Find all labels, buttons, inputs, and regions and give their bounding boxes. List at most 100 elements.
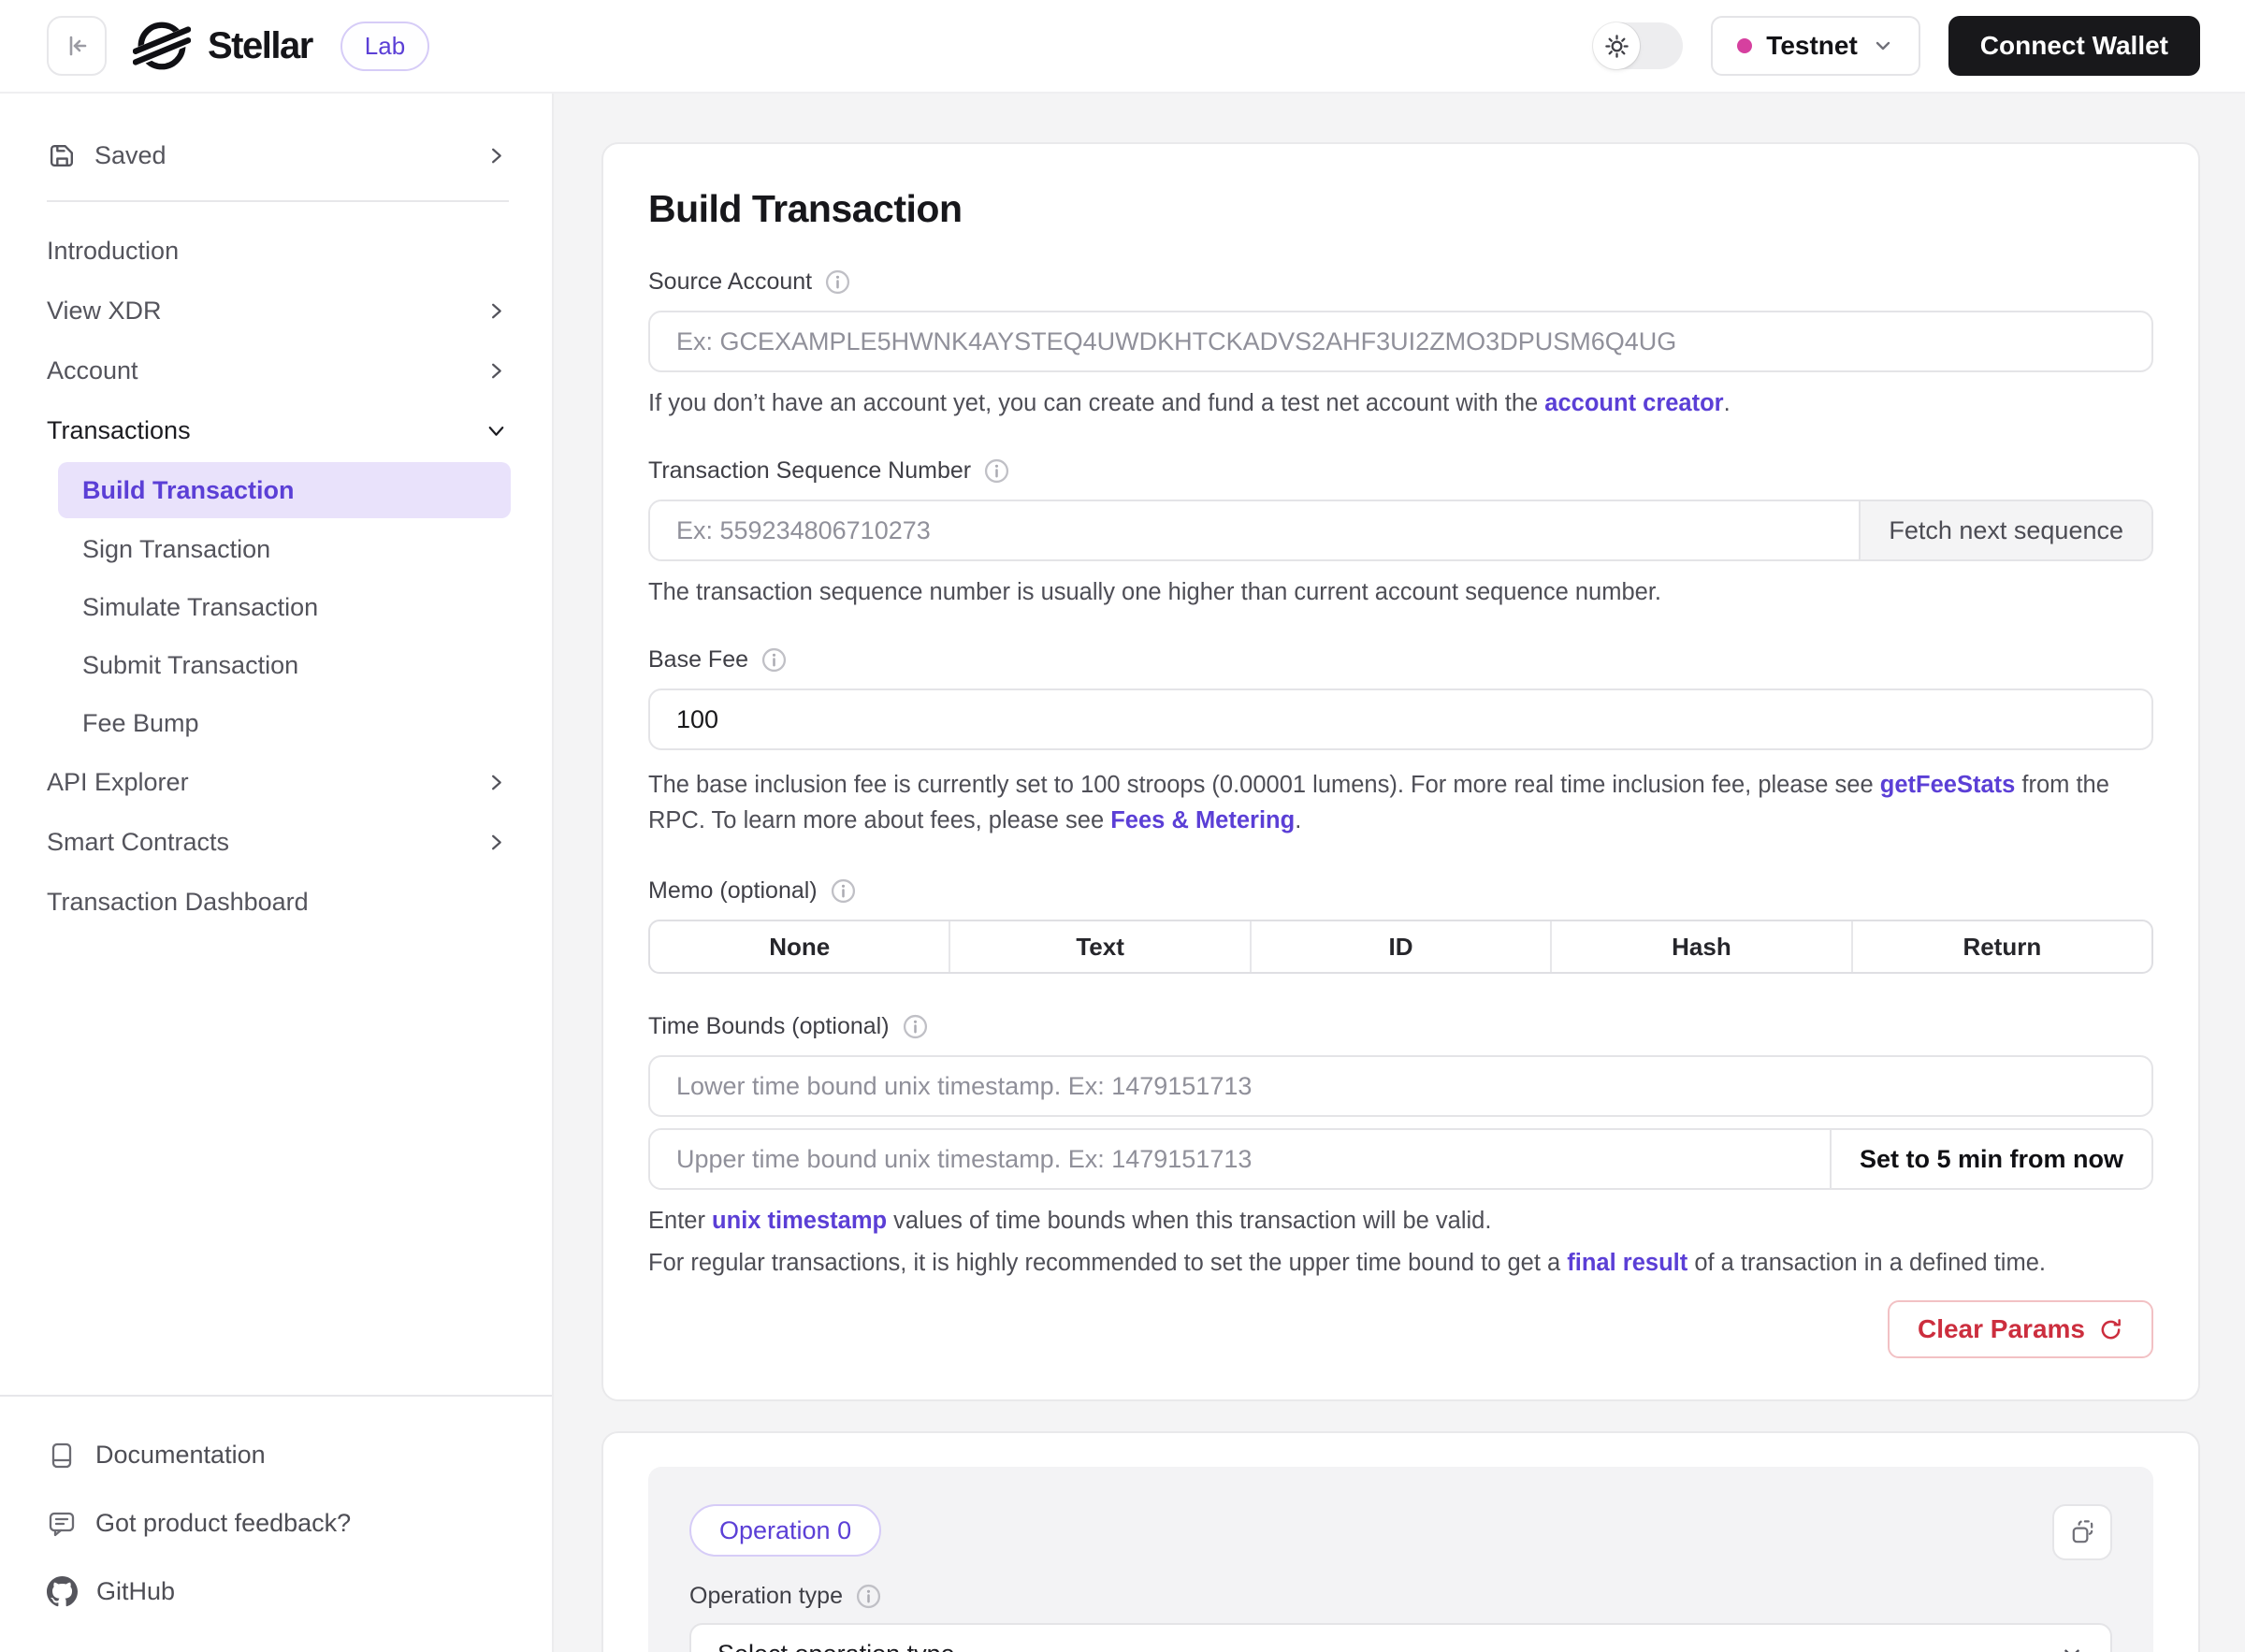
sidebar-item-label: Smart Contracts [47,828,229,857]
chevron-down-icon [2060,1642,2084,1652]
operations-card: Operation 0 Operation type [601,1431,2200,1652]
sidebar-divider [47,200,509,202]
sidebar-item-view-xdr[interactable]: View XDR [47,281,509,341]
sidebar-item-label: Sign Transaction [82,535,270,564]
sidebar-item-account[interactable]: Account [47,341,509,400]
theme-toggle[interactable] [1593,22,1683,69]
time-bounds-helper-1: Enter unix timestamp values of time boun… [648,1207,2153,1236]
memo-tab-id[interactable]: ID [1250,921,1550,972]
base-fee-label: Base Fee [648,646,748,674]
operation-type-label: Operation type [689,1583,843,1610]
chevron-right-icon [484,830,509,855]
header-actions: Testnet Connect Wallet [1593,16,2200,76]
duplicate-operation-button[interactable] [2052,1504,2112,1560]
sidebar-item-label: Transaction Dashboard [47,888,309,917]
memo-type-tabs: None Text ID Hash Return [648,920,2153,974]
sequence-number-input[interactable] [650,501,1859,559]
sidebar-item-api-explorer[interactable]: API Explorer [47,752,509,812]
github-icon [47,1576,78,1607]
copy-icon [2068,1518,2097,1547]
time-bounds-label: Time Bounds (optional) [648,1013,890,1040]
set-5-min-button[interactable]: Set to 5 min from now [1830,1130,2151,1188]
refresh-icon [2098,1317,2123,1342]
theme-toggle-knob [1593,22,1640,69]
clear-params-button[interactable]: Clear Params [1888,1300,2153,1358]
lower-time-bound-input[interactable] [648,1055,2153,1117]
brand-wordmark: Stellar [208,25,312,67]
sidebar-item-introduction[interactable]: Introduction [47,221,509,281]
operation-badge[interactable]: Operation 0 [689,1504,881,1557]
feedback-icon [47,1509,77,1539]
save-icon [47,140,78,171]
sidebar-item-label: Submit Transaction [82,651,298,680]
getfeestats-link[interactable]: getFeeStats [1880,772,2016,798]
source-account-label: Source Account [648,268,812,296]
upper-time-bound-input[interactable] [650,1130,1830,1188]
info-icon[interactable] [825,269,850,295]
info-icon[interactable] [903,1014,928,1039]
app-header: Stellar Lab Testnet Connect Wallet [0,0,2245,94]
connect-wallet-button[interactable]: Connect Wallet [1948,16,2200,76]
sequence-number-helper: The transaction sequence number is usual… [648,578,2153,607]
build-transaction-card: Build Transaction Source Account If you … [601,142,2200,1401]
operation-type-select[interactable]: Select operation type [689,1623,2112,1652]
base-fee-helper: The base inclusion fee is currently set … [648,767,2153,838]
operation-panel: Operation 0 Operation type [648,1467,2153,1652]
sidebar-item-sign-transaction[interactable]: Sign Transaction [47,520,509,578]
lab-badge: Lab [340,22,429,71]
chevron-right-icon [484,298,509,324]
sidebar-item-label: Introduction [47,237,179,266]
sidebar: Saved Introduction View XDR Account Tran… [0,94,554,1652]
sidebar-item-documentation[interactable]: Documentation [47,1421,505,1489]
collapse-left-icon [62,31,92,61]
sidebar-item-label: Fee Bump [82,709,199,738]
sidebar-item-label: Build Transaction [82,476,295,505]
unix-timestamp-link[interactable]: unix timestamp [712,1208,887,1234]
sidebar-item-smart-contracts[interactable]: Smart Contracts [47,812,509,872]
info-icon[interactable] [856,1584,881,1609]
sidebar-item-label: Account [47,356,138,385]
sidebar-item-build-transaction[interactable]: Build Transaction [58,462,511,518]
memo-tab-return[interactable]: Return [1851,921,2151,972]
sidebar-item-github[interactable]: GitHub [47,1558,505,1626]
network-select-value: Testnet [1766,31,1858,61]
sidebar-item-feedback[interactable]: Got product feedback? [47,1489,505,1558]
sidebar-item-saved[interactable]: Saved [47,125,509,185]
memo-tab-text[interactable]: Text [949,921,1249,972]
sidebar-item-label: API Explorer [47,768,189,797]
sidebar-item-fee-bump[interactable]: Fee Bump [47,694,509,752]
sidebar-item-label: View XDR [47,297,162,326]
chevron-right-icon [484,770,509,795]
sun-icon [1604,34,1629,59]
memo-field: Memo (optional) None Text ID Hash Return [648,877,2153,974]
footer-item-label: Documentation [95,1441,266,1470]
time-bounds-field: Time Bounds (optional) Set to 5 min from… [648,1013,2153,1278]
info-icon[interactable] [831,878,856,904]
sidebar-item-submit-transaction[interactable]: Submit Transaction [47,636,509,694]
fees-metering-link[interactable]: Fees & Metering [1110,807,1295,833]
sidebar-collapse-button[interactable] [47,16,107,76]
sequence-number-field: Transaction Sequence Number Fetch next s… [648,457,2153,607]
sidebar-item-simulate-transaction[interactable]: Simulate Transaction [47,578,509,636]
network-select[interactable]: Testnet [1711,16,1920,76]
base-fee-field: Base Fee The base inclusion fee is curre… [648,646,2153,838]
time-bounds-helper-2: For regular transactions, it is highly r… [648,1249,2153,1278]
fetch-next-sequence-button[interactable]: Fetch next sequence [1859,501,2151,559]
memo-label: Memo (optional) [648,877,818,905]
final-result-link[interactable]: final result [1567,1250,1687,1276]
memo-tab-none[interactable]: None [650,921,949,972]
info-icon[interactable] [984,458,1009,484]
sidebar-item-transactions[interactable]: Transactions [47,400,509,460]
chevron-down-icon [1872,35,1894,57]
info-icon[interactable] [761,647,787,673]
brand[interactable]: Stellar Lab [133,17,429,75]
memo-tab-hash[interactable]: Hash [1550,921,1850,972]
sidebar-footer: Documentation Got product feedback? GitH… [0,1395,552,1652]
base-fee-input[interactable] [648,688,2153,750]
account-creator-link[interactable]: account creator [1544,390,1723,416]
sidebar-item-transaction-dashboard[interactable]: Transaction Dashboard [47,872,509,932]
chevron-down-icon [484,418,509,443]
source-account-field: Source Account If you don’t have an acco… [648,268,2153,418]
book-icon [47,1441,77,1471]
source-account-input[interactable] [648,311,2153,372]
